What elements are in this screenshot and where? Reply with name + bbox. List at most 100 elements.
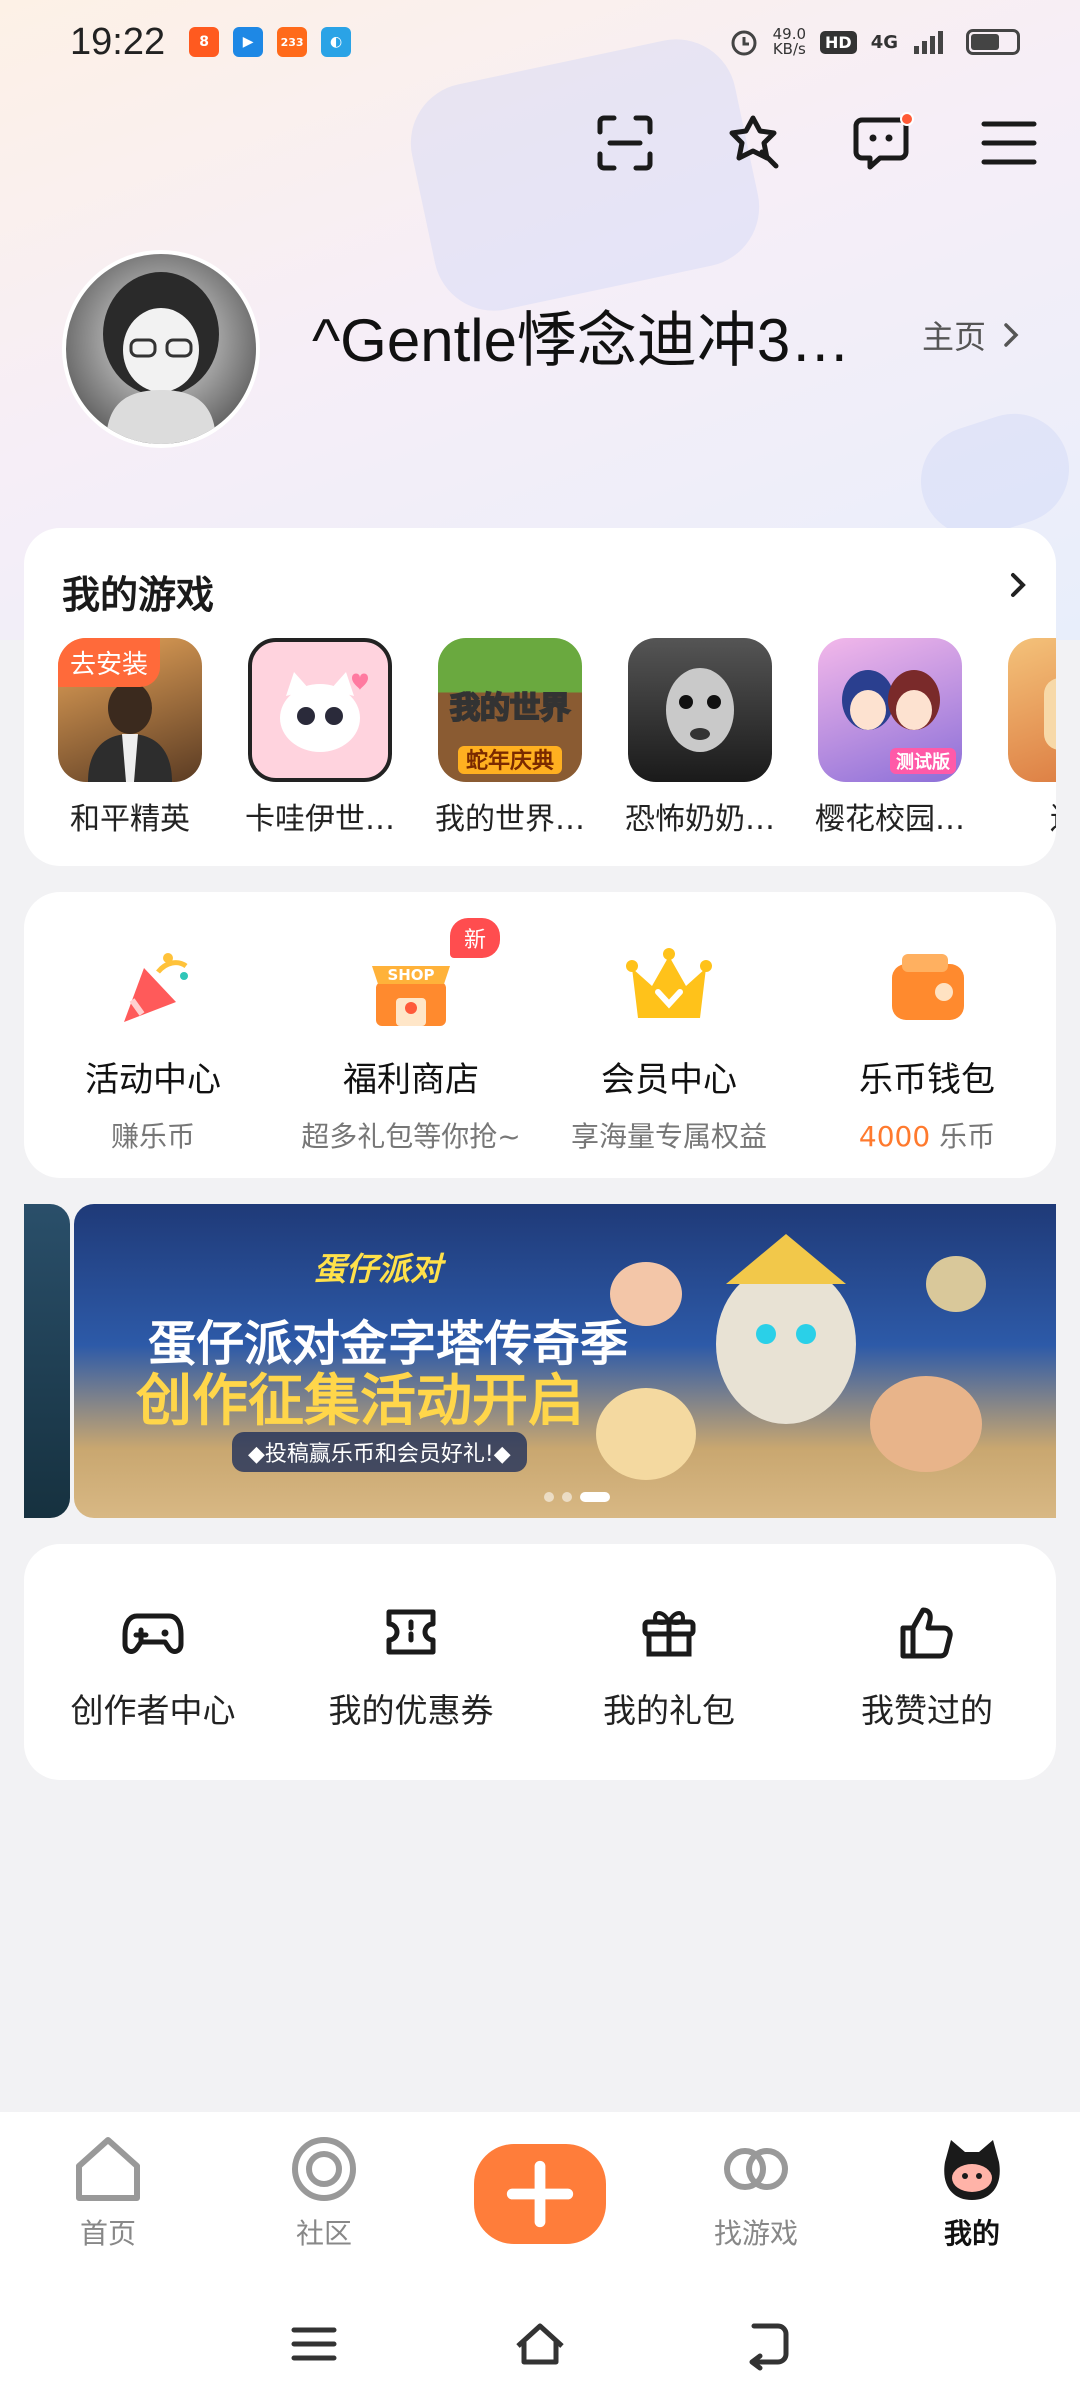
avatar[interactable]	[62, 250, 260, 448]
alarm-icon	[731, 30, 757, 56]
game-item[interactable]: 迷你	[1008, 638, 1056, 838]
feature-subtitle: 4000 乐币	[802, 1115, 1052, 1155]
status-app-icons: 8 ▶ 233 ◐	[189, 27, 352, 57]
install-tag: 去安装	[58, 638, 161, 687]
net-speed-unit: KB/s	[772, 40, 806, 58]
recent-apps-icon[interactable]	[286, 2316, 342, 2372]
system-navigation	[0, 2280, 1080, 2408]
star-badge-icon	[729, 115, 779, 169]
my-games-title: 我的游戏	[62, 573, 215, 617]
crown-icon	[624, 942, 714, 1032]
homepage-link[interactable]: 主页	[922, 312, 1020, 358]
game-item[interactable]: 测试版 樱花校园…	[815, 638, 965, 838]
coin-balance: 4000	[858, 1120, 931, 1153]
tool-label: 我赞过的	[861, 1691, 993, 1730]
svg-text:蛇年庆典: 蛇年庆典	[466, 748, 554, 774]
banner-headline: 创作征集活动开启	[136, 1369, 584, 1434]
wallet-icon	[882, 942, 972, 1032]
game-label: 恐怖奶奶…	[625, 802, 775, 837]
browser-icon: ◐	[321, 27, 352, 57]
feature-subtitle: 赚乐币	[110, 1120, 195, 1153]
my-gift-packs[interactable]: 我的礼包	[559, 1600, 779, 1732]
signal-icon	[914, 31, 943, 54]
game-icon-mini-world	[1008, 638, 1056, 782]
carousel-dot-active[interactable]	[580, 1492, 610, 1502]
233-app-icon: 233	[277, 27, 308, 57]
messages-button[interactable]	[850, 112, 914, 174]
avatar-image	[103, 272, 219, 444]
game-icon-sakura: 测试版	[818, 638, 962, 782]
game-label: 樱花校园…	[815, 802, 965, 837]
game-label: 卡哇伊世…	[245, 802, 395, 837]
find-games-icon	[724, 2148, 788, 2190]
mine-mascot-icon	[944, 2140, 1000, 2200]
banner-previous-slide[interactable]	[24, 1204, 70, 1518]
game-label: 迷你	[995, 794, 1056, 838]
gift-icon	[642, 1611, 696, 1657]
status-time: 19:22	[70, 20, 166, 63]
ticket-icon	[386, 1609, 436, 1655]
feature-title: 福利商店	[343, 1060, 479, 1100]
nav-label: 我的	[943, 2217, 1000, 2250]
game-icon-granny	[628, 638, 772, 782]
promo-banner[interactable]: 蛋仔派对 蛋仔派对金字塔传奇季 创作征集活动开启 ◆投稿赢乐币和会员好礼!◆	[74, 1204, 1056, 1518]
my-likes[interactable]: 我赞过的	[817, 1600, 1037, 1732]
banner-brand: 蛋仔派对	[314, 1250, 443, 1288]
tools-card: 创作者中心 我的优惠券 我的礼包 我赞过的	[24, 1544, 1056, 1780]
gamepad-icon	[122, 1613, 184, 1654]
shop-icon: SHOP	[366, 942, 456, 1032]
game-item[interactable]: 卡哇伊世…	[245, 638, 395, 838]
coin-wallet[interactable]: 乐币钱包 4000 乐币	[802, 942, 1052, 1155]
scan-button[interactable]	[594, 112, 656, 174]
nav-community[interactable]: 社区	[244, 2132, 404, 2252]
chevron-right-icon	[1004, 323, 1019, 347]
chevron-right-icon[interactable]	[1008, 570, 1028, 600]
game-icon-pubg: 去安装	[58, 638, 202, 782]
thumbs-up-icon	[900, 1607, 953, 1659]
nav-label: 首页	[79, 2217, 136, 2250]
status-bar: 19:22 8 ▶ 233 ◐ 49.0 KB/s HD 4G	[0, 0, 1080, 84]
home-system-icon[interactable]	[512, 2316, 568, 2372]
game-item[interactable]: 我的世界 蛇年庆典 我的世界…	[435, 638, 585, 838]
game-item[interactable]: 去安装 和平精英	[58, 638, 202, 838]
carousel-dots	[544, 1492, 610, 1502]
nav-find-games[interactable]: 找游戏	[676, 2132, 836, 2252]
tool-label: 我的优惠券	[328, 1691, 494, 1730]
game-item[interactable]: 恐怖奶奶…	[625, 638, 775, 838]
home-icon	[76, 2137, 140, 2201]
feature-title: 会员中心	[601, 1060, 737, 1100]
unread-dot	[900, 112, 914, 126]
net-speed: 49.0 KB/s	[773, 27, 806, 57]
nav-home[interactable]: 首页	[28, 2132, 188, 2252]
tool-label: 我的礼包	[603, 1691, 735, 1730]
games-row: 去安装 和平精英 卡哇伊世… 我的世界蛇年庆典 我的世界… 恐怖奶奶… 测试版	[58, 638, 1056, 838]
feature-subtitle: 享海量专属权益	[570, 1120, 767, 1153]
nav-label: 找游戏	[713, 2217, 798, 2250]
game-label: 和平精英	[70, 802, 190, 837]
my-coupons[interactable]: 我的优惠券	[301, 1600, 521, 1732]
features-card: 活动中心 赚乐币 新 SHOP 福利商店 超多礼包等你抢~ 会员中心 享海量专属…	[24, 892, 1056, 1178]
back-icon[interactable]	[738, 2316, 794, 2372]
coin-unit: 乐币	[930, 1120, 996, 1153]
activity-center[interactable]: 活动中心 赚乐币	[28, 942, 278, 1155]
welfare-shop[interactable]: 新 SHOP 福利商店 超多礼包等你抢~	[286, 918, 536, 1155]
new-badge: 新	[449, 918, 500, 958]
creator-center[interactable]: 创作者中心	[43, 1600, 263, 1732]
nav-mine[interactable]: 我的	[892, 2132, 1052, 2252]
network-type: 4G	[870, 31, 898, 53]
member-center[interactable]: 会员中心 享海量专属权益	[544, 942, 794, 1155]
game-icon-kawaii	[248, 638, 392, 782]
username[interactable]: ^Gentle悸念迪冲3…	[312, 292, 892, 379]
community-icon	[292, 2137, 356, 2201]
carousel-dot[interactable]	[562, 1492, 572, 1502]
create-button[interactable]	[474, 2144, 606, 2244]
menu-button[interactable]	[978, 112, 1040, 174]
banner-characters	[596, 1234, 986, 1480]
carousel-dot[interactable]	[544, 1492, 554, 1502]
feature-title: 活动中心	[85, 1060, 221, 1100]
video-app-icon: ▶	[233, 27, 264, 57]
nav-label: 社区	[295, 2217, 352, 2250]
game-label: 我的世界…	[435, 802, 585, 837]
nav-create[interactable]	[460, 2132, 620, 2244]
skin-button[interactable]	[722, 112, 784, 174]
